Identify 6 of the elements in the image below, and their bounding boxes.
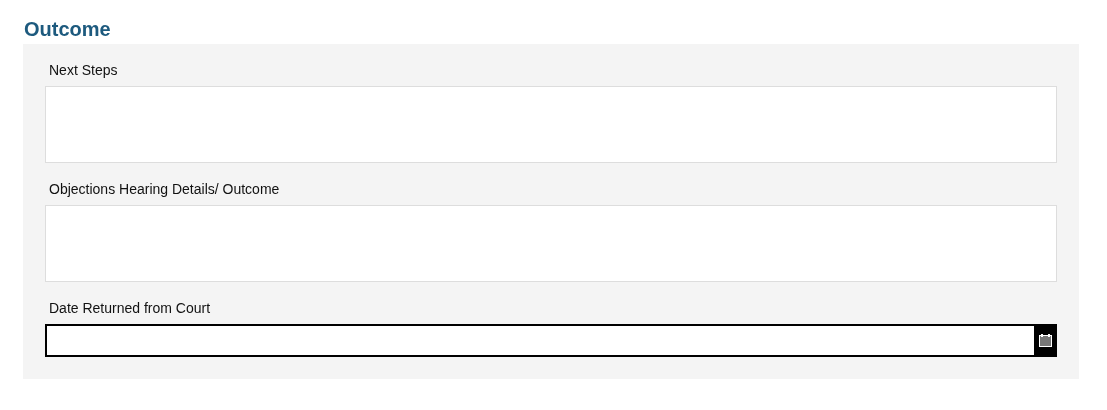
- field-label: Date Returned from Court: [49, 300, 212, 316]
- field-label: Next Steps: [49, 62, 119, 78]
- field-label: Objections Hearing Details/ Outcome: [49, 181, 281, 197]
- section-title: Outcome: [24, 18, 112, 41]
- text-area[interactable]: [45, 86, 1057, 163]
- text-area[interactable]: [45, 205, 1057, 282]
